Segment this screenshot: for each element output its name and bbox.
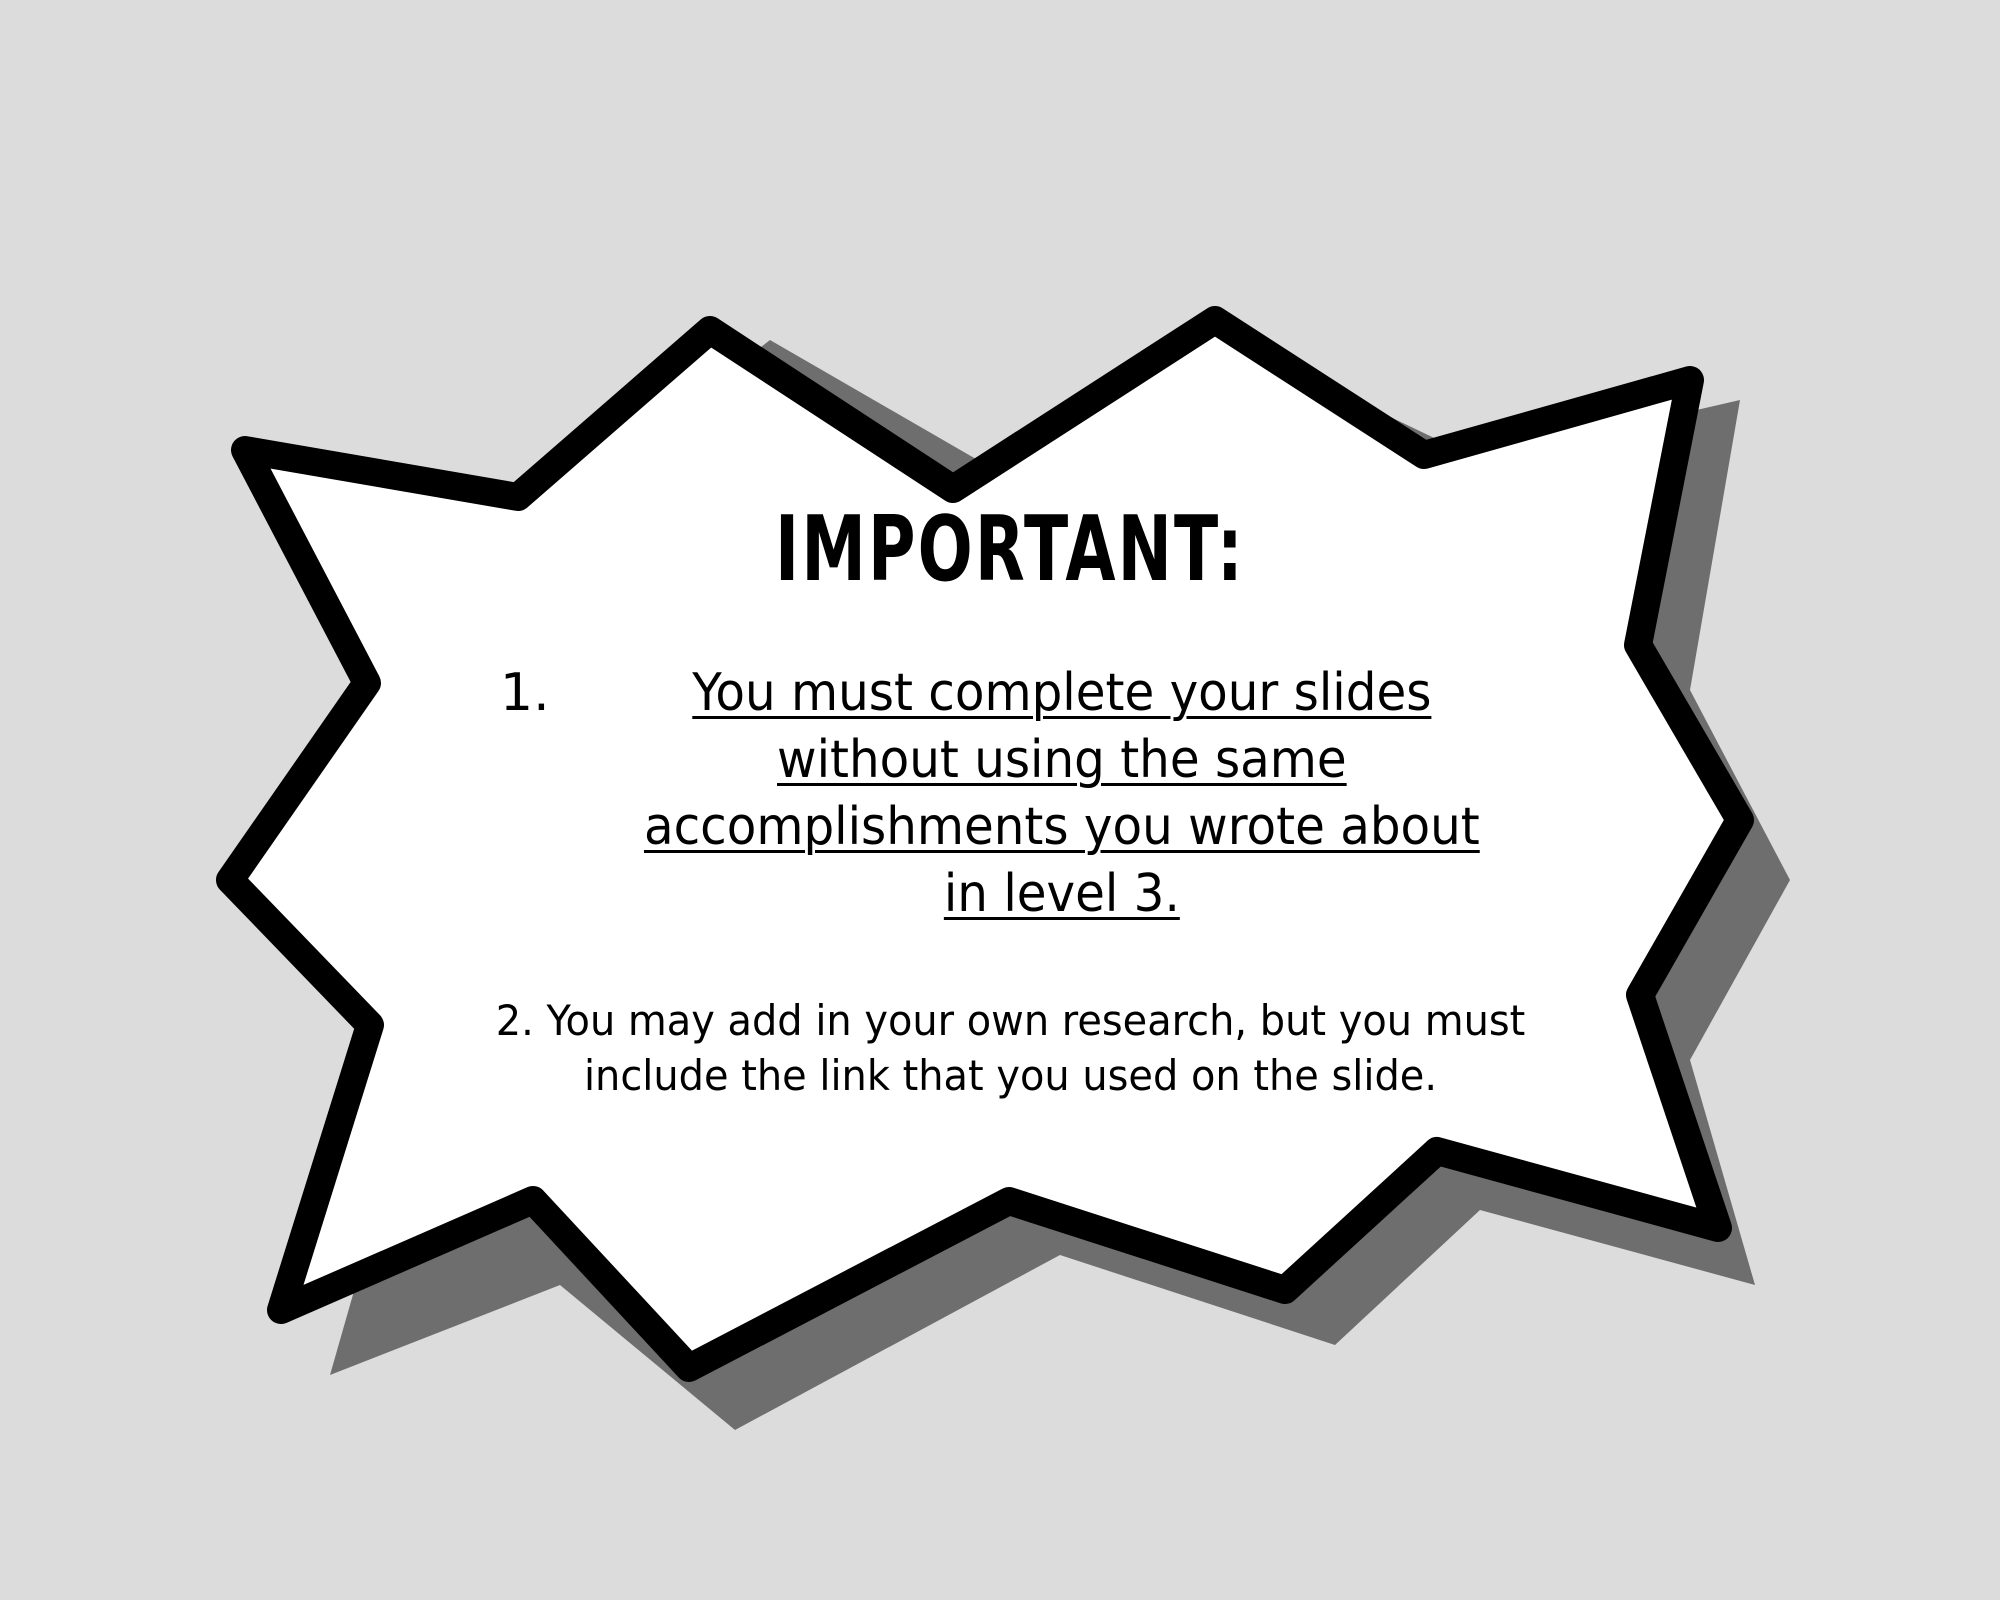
list-item-1: 1. You must complete your slides without… (420, 660, 1620, 928)
list-item-1-text: You must complete your slides without us… (643, 663, 1480, 924)
list-item-2-text: 2. You may add in your own research, but… (495, 996, 1526, 1100)
callout-title: IMPORTANT: (775, 497, 1245, 602)
callout-content: IMPORTANT: 1. You must complete your sli… (420, 500, 1620, 1103)
